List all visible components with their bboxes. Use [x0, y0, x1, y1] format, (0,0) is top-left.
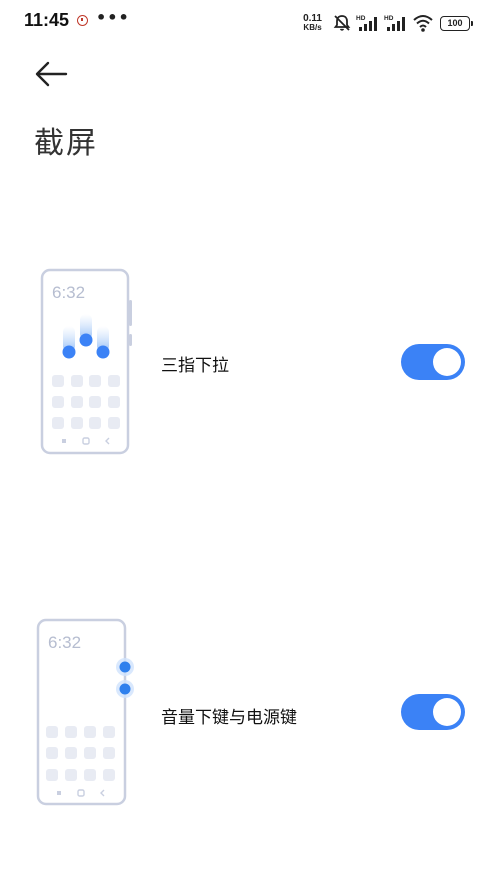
option-label: 三指下拉: [161, 356, 229, 376]
battery-level: 100: [447, 18, 463, 28]
signal-icon: HD: [384, 15, 405, 31]
toggle-knob: [433, 698, 461, 726]
volume-power-illustration: 6:32: [36, 618, 134, 806]
page-title: 截屏: [34, 126, 98, 161]
three-finger-swipe-toggle[interactable]: [401, 344, 465, 380]
status-bar: 11:45 ••• 0.11 KB/s HD HD 100: [0, 0, 500, 46]
signal1-label: HD: [356, 15, 366, 22]
more-notifications-icon: •••: [96, 8, 130, 27]
illustration-time: 6:32: [48, 633, 81, 652]
signal-icon: HD: [356, 15, 377, 31]
volume-down-power-toggle[interactable]: [401, 694, 465, 730]
arrow-left-icon: [35, 61, 68, 87]
illustration-time: 6:32: [52, 283, 85, 302]
option-label: 音量下键与电源键: [161, 708, 297, 728]
back-button[interactable]: [30, 56, 70, 92]
three-finger-swipe-illustration: 6:32: [40, 268, 132, 455]
option-volume-down-power[interactable]: 6:32 音量下键与电源键: [0, 612, 500, 812]
signal2-label: HD: [384, 15, 394, 22]
battery-icon: 100: [440, 15, 473, 31]
app-notification-icon: [77, 15, 88, 26]
network-speed: 0.11 KB/s: [303, 14, 322, 32]
mute-icon: [333, 15, 351, 31]
status-time: 11:45: [24, 10, 70, 30]
toggle-knob: [433, 348, 461, 376]
network-speed-unit: KB/s: [303, 23, 322, 32]
wifi-icon: [413, 15, 433, 32]
status-icons: 0.11 KB/s HD HD 100: [303, 10, 473, 36]
option-three-finger-swipe[interactable]: 6:32 三指下拉: [0, 260, 500, 470]
